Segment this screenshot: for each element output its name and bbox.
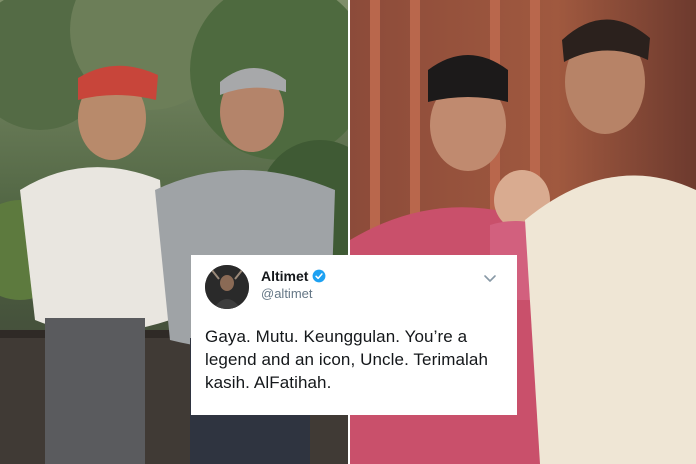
tweet-header: Altimet @altimet [205, 265, 503, 313]
name-row: Altimet [261, 268, 326, 284]
tweet-text: Gaya. Mutu. Keunggulan. You’re a legend … [205, 327, 489, 392]
display-name[interactable]: Altimet [261, 268, 308, 284]
handle[interactable]: @altimet [261, 286, 326, 301]
avatar[interactable] [205, 265, 249, 309]
tweet-author: Altimet @altimet [261, 268, 326, 301]
tweet-card: Altimet @altimet Gaya. Mutu. Keunggulan.… [191, 255, 517, 415]
chevron-down-icon[interactable] [483, 271, 497, 285]
avatar-icon [205, 265, 249, 309]
verified-badge-icon [312, 269, 326, 283]
